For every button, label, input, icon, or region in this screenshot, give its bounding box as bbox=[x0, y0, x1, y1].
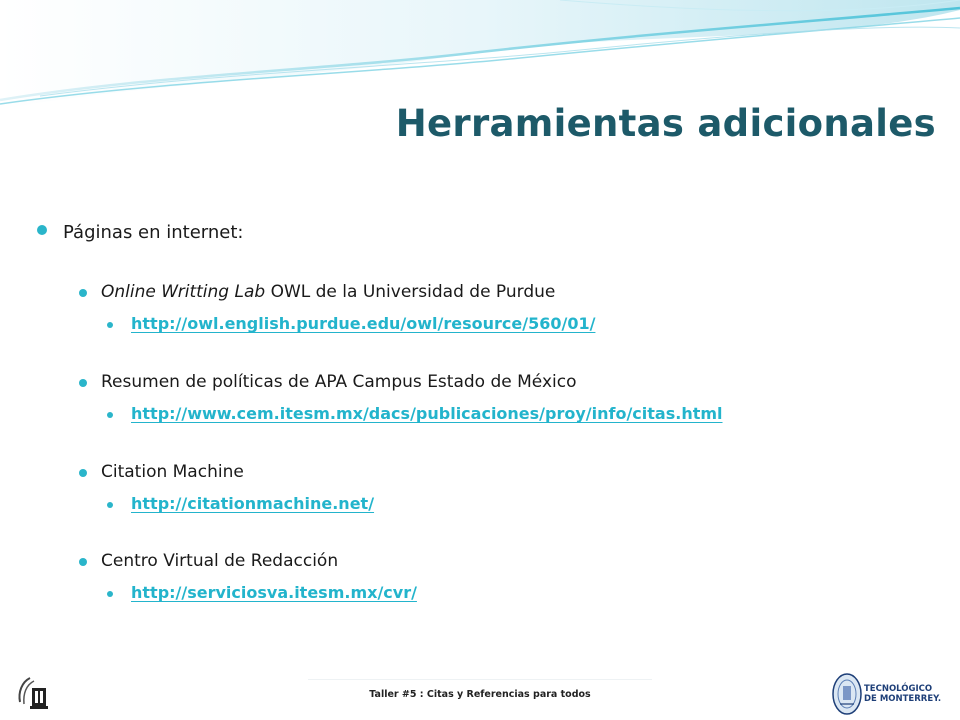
bullet-dot-icon bbox=[107, 322, 113, 328]
item-title: Citation Machine bbox=[101, 462, 244, 482]
bullet-dot-icon bbox=[107, 502, 113, 508]
item-title: OWL de la Universidad de Purdue bbox=[265, 282, 556, 302]
link-cvr[interactable]: http://serviciosva.itesm.mx/cvr/ bbox=[131, 583, 417, 602]
library-logo-icon bbox=[18, 677, 48, 709]
item-title: Resumen de políticas de APA Campus Estad… bbox=[101, 372, 577, 392]
footer-text: Taller #5 : Citas y Referencias para tod… bbox=[369, 688, 591, 700]
item-title-italic: Online Writting Lab bbox=[101, 282, 266, 302]
footer-bar: Taller #5 : Citas y Referencias para tod… bbox=[308, 679, 652, 708]
tec-monterrey-logo: TECNOLÓGICO DE MONTERREY. bbox=[832, 672, 942, 718]
logo-text-line2: DE MONTERREY. bbox=[864, 694, 942, 704]
bullet-dot-icon bbox=[79, 558, 87, 566]
item-title: Centro Virtual de Redacción bbox=[101, 551, 339, 571]
bullet-dot-icon bbox=[79, 379, 87, 387]
bullet-dot-icon bbox=[79, 289, 87, 297]
bullet-dot-icon bbox=[107, 412, 113, 418]
link-owl-purdue[interactable]: http://owl.english.purdue.edu/owl/resour… bbox=[131, 314, 595, 333]
bullet-dot-icon bbox=[107, 591, 113, 597]
bullet-dot-icon bbox=[79, 469, 87, 477]
link-citation-machine[interactable]: http://citationmachine.net/ bbox=[131, 494, 374, 513]
slide-title: Herramientas adicionales bbox=[395, 102, 936, 145]
bullet-intro-text: Páginas en internet: bbox=[63, 222, 244, 243]
tec-monterrey-seal-icon bbox=[832, 673, 862, 715]
logo-text-line1: TECNOLÓGICO bbox=[864, 684, 933, 694]
link-cem-citas[interactable]: http://www.cem.itesm.mx/dacs/publicacion… bbox=[131, 404, 723, 423]
bullet-dot-icon bbox=[37, 225, 47, 235]
